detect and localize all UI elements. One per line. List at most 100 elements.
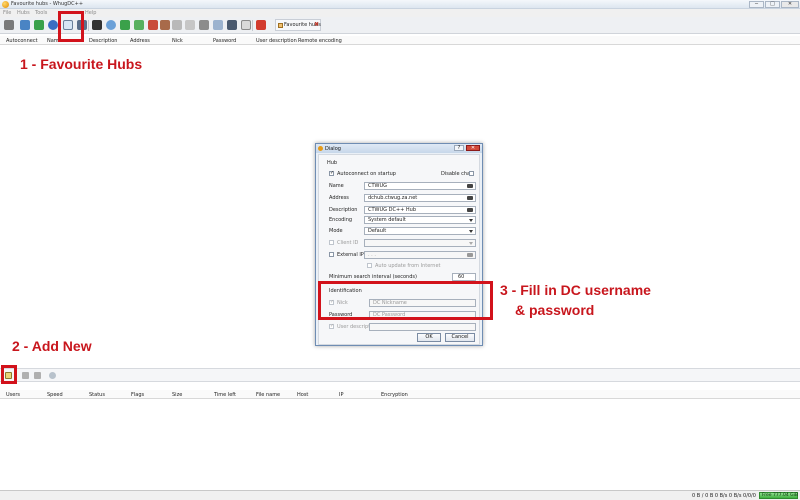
client-id-select[interactable] — [364, 239, 476, 247]
description-field[interactable]: CTWUG DC++ Hub — [364, 206, 476, 214]
favourite-hubs-header: Autoconnect Name Description Address Nic… — [0, 36, 800, 45]
app-icon — [2, 1, 9, 8]
network-stats-icon[interactable] — [185, 20, 195, 30]
search-icon[interactable] — [92, 20, 102, 30]
disable-chat-label: Disable chat — [441, 171, 473, 177]
add-new-highlight — [1, 365, 17, 384]
external-ip-value: . . . — [368, 252, 376, 258]
column-header[interactable]: Status — [89, 392, 105, 398]
column-header[interactable]: Autoconnect — [6, 38, 38, 44]
min-search-label: Minimum search interval (seconds) — [329, 274, 417, 280]
free-space-badge: Free 777.04 GiB — [759, 492, 798, 499]
external-ip-checkbox[interactable] — [329, 252, 334, 257]
encoding-label: Encoding — [329, 217, 353, 223]
connect-icon[interactable] — [20, 20, 30, 30]
system-log-icon[interactable] — [227, 20, 237, 30]
dialog-close-button[interactable]: ✕ — [466, 145, 480, 151]
menu-help[interactable]: Help — [85, 9, 96, 17]
mode-label: Mode — [329, 228, 343, 234]
chevron-down-icon — [469, 219, 473, 222]
mode-select[interactable]: Default — [364, 227, 476, 235]
column-header[interactable]: Host — [297, 392, 308, 398]
remove-hub-icon[interactable] — [34, 372, 41, 379]
adl-search-icon[interactable] — [106, 20, 116, 30]
description-value: CTWUG DC++ Hub — [368, 207, 417, 213]
column-header[interactable]: Description — [89, 38, 117, 44]
edit-hub-icon[interactable] — [22, 372, 29, 379]
title-bar: Favourite hubs - WhugDC++ ─ □ ✕ — [0, 0, 800, 9]
annotation-fill-in-line2: & password — [515, 302, 595, 318]
connect-hub-icon[interactable] — [49, 372, 56, 379]
user-description-checkbox[interactable]: ✓ — [329, 324, 334, 329]
name-value: CTWUG — [368, 183, 388, 189]
column-header[interactable]: Users — [6, 392, 20, 398]
maximize-button[interactable]: □ — [765, 1, 780, 8]
address-value: dchub.ctwug.za.net — [368, 195, 418, 201]
autoconnect-checkbox[interactable]: ✓ — [329, 171, 334, 176]
column-header[interactable]: Password — [213, 38, 236, 44]
public-hubs-icon[interactable] — [48, 20, 58, 30]
menu-hubs[interactable]: Hubs — [17, 9, 30, 17]
favourite-hubs-highlight — [58, 11, 84, 42]
user-description-field[interactable] — [369, 323, 476, 331]
download-queue-icon[interactable] — [120, 20, 130, 30]
annotation-favourite-hubs: 1 - Favourite Hubs — [20, 56, 143, 72]
transfers-header: Users Speed Status Flags Size Time left … — [0, 390, 800, 399]
away-icon[interactable] — [256, 20, 266, 30]
window-title: Favourite hubs - WhugDC++ — [11, 1, 84, 7]
close-window-button[interactable]: ✕ — [781, 1, 799, 8]
hub-actions-toolbar — [0, 368, 800, 382]
menu-bar: File Hubs Tools Help — [0, 9, 800, 17]
dialog-help-button[interactable]: ? — [454, 145, 464, 151]
reconnect-icon[interactable] — [34, 20, 44, 30]
menu-tools[interactable]: Tools — [35, 9, 47, 17]
cancel-button[interactable]: Cancel — [445, 333, 475, 342]
name-label: Name — [329, 183, 344, 189]
column-header[interactable]: IP — [339, 392, 344, 398]
refresh-list-icon[interactable] — [241, 20, 251, 30]
clear-icon[interactable] — [467, 208, 473, 212]
upload-queue-icon[interactable] — [148, 20, 158, 30]
external-ip-field[interactable]: . . . — [364, 251, 476, 259]
favourite-hubs-tab-icon — [278, 23, 283, 28]
column-header[interactable]: User description — [256, 38, 297, 44]
column-header[interactable]: Time left — [214, 392, 236, 398]
mode-value: Default — [368, 228, 387, 234]
address-field[interactable]: dchub.ctwug.za.net — [364, 194, 476, 202]
settings-icon[interactable] — [199, 20, 209, 30]
address-label: Address — [329, 195, 349, 201]
tab-favourite-hubs[interactable]: Favourite hubs ✖ — [275, 19, 321, 31]
disconnect-icon[interactable] — [4, 20, 14, 30]
encoding-value: System default — [368, 217, 406, 223]
client-id-checkbox[interactable] — [329, 240, 334, 245]
dialog-title-bar: Dialog ? ✕ — [316, 144, 482, 153]
tab-close-icon[interactable]: ✖ — [314, 22, 319, 28]
menu-file[interactable]: File — [3, 9, 11, 17]
column-header[interactable]: Nick — [172, 38, 183, 44]
column-header[interactable]: File name — [256, 392, 280, 398]
column-header[interactable]: Flags — [131, 392, 144, 398]
column-header[interactable]: Remote encoding — [298, 38, 342, 44]
toolbar-separator — [252, 20, 253, 31]
minimize-button[interactable]: ─ — [749, 1, 764, 8]
name-field[interactable]: CTWUG — [364, 182, 476, 190]
auto-update-checkbox[interactable] — [367, 263, 372, 268]
finished-uploads-icon[interactable] — [160, 20, 170, 30]
column-header[interactable]: Speed — [47, 392, 63, 398]
status-bar: 0 B / 0 B 0 B/s 0 B/s 0/0/0 Free 777.04 … — [0, 490, 800, 500]
search-spy-icon[interactable] — [172, 20, 182, 30]
notepad-icon[interactable] — [213, 20, 223, 30]
clear-icon[interactable] — [467, 196, 473, 200]
finished-downloads-icon[interactable] — [134, 20, 144, 30]
column-header[interactable]: Size — [172, 392, 182, 398]
column-header[interactable]: Address — [130, 38, 150, 44]
clear-icon[interactable] — [467, 253, 473, 257]
encoding-select[interactable]: System default — [364, 216, 476, 224]
min-search-field[interactable]: 60 — [452, 273, 476, 281]
clear-icon[interactable] — [467, 184, 473, 188]
disable-chat-checkbox[interactable] — [469, 171, 474, 176]
column-header[interactable]: Encryption — [381, 392, 408, 398]
client-id-label: Client ID — [337, 240, 359, 246]
transfer-stats: 0 B / 0 B 0 B/s 0 B/s 0/0/0 — [692, 493, 756, 499]
ok-button[interactable]: OK — [417, 333, 441, 342]
